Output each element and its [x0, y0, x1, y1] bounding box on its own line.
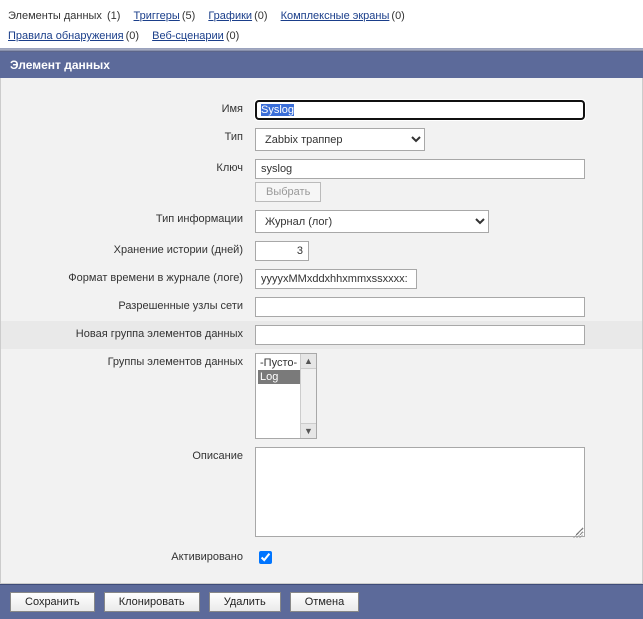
- label-history: Хранение истории (дней): [1, 237, 249, 265]
- clone-button[interactable]: Клонировать: [104, 592, 200, 612]
- scrollbar[interactable]: ▲ ▼: [300, 354, 316, 438]
- section-title: Элемент данных: [0, 52, 643, 78]
- info-type-select[interactable]: Журнал (лог): [255, 210, 489, 233]
- label-allowed-hosts: Разрешенные узлы сети: [1, 293, 249, 321]
- label-key: Ключ: [1, 155, 249, 206]
- nav-count: (1): [107, 10, 120, 22]
- description-textarea[interactable]: [255, 447, 585, 537]
- nav-item-triggers[interactable]: Триггеры: [134, 10, 180, 22]
- label-enabled: Активировано: [1, 544, 249, 571]
- nav-item-web[interactable]: Веб-сценарии: [152, 30, 224, 42]
- groups-listbox[interactable]: -Пусто- Log ▲ ▼: [255, 353, 317, 439]
- key-input[interactable]: [255, 159, 585, 179]
- chevron-down-icon[interactable]: ▼: [301, 423, 316, 438]
- label-info-type: Тип информации: [1, 206, 249, 237]
- save-button[interactable]: Сохранить: [10, 592, 95, 612]
- nav-item-discovery[interactable]: Правила обнаружения: [8, 30, 124, 42]
- top-nav: Элементы данных (1) Триггеры(5) Графики(…: [0, 0, 643, 48]
- key-select-button[interactable]: Выбрать: [255, 182, 321, 202]
- label-type: Тип: [1, 124, 249, 155]
- label-description: Описание: [1, 443, 249, 544]
- type-select[interactable]: Zabbix траппер: [255, 128, 425, 151]
- form-area: Имя Тип Zabbix траппер Ключ Выбрать Тип …: [0, 78, 643, 584]
- label-new-group: Новая группа элементов данных: [1, 321, 249, 349]
- allowed-hosts-input[interactable]: [255, 297, 585, 317]
- nav-item-screens[interactable]: Комплексные экраны: [281, 10, 390, 22]
- new-group-input[interactable]: [255, 325, 585, 345]
- nav-item-graphs[interactable]: Графики: [208, 10, 252, 22]
- history-input[interactable]: [255, 241, 309, 261]
- label-time-format: Формат времени в журнале (логе): [1, 265, 249, 293]
- enabled-checkbox[interactable]: [259, 551, 272, 564]
- chevron-up-icon[interactable]: ▲: [301, 354, 316, 369]
- nav-item-data-elements[interactable]: Элементы данных: [8, 10, 105, 22]
- label-name: Имя: [1, 96, 249, 124]
- cancel-button[interactable]: Отмена: [290, 592, 359, 612]
- name-input[interactable]: [255, 100, 585, 120]
- label-groups: Группы элементов данных: [1, 349, 249, 443]
- delete-button[interactable]: Удалить: [209, 592, 281, 612]
- time-format-input[interactable]: [255, 269, 417, 289]
- footer-toolbar: Сохранить Клонировать Удалить Отмена: [0, 584, 643, 619]
